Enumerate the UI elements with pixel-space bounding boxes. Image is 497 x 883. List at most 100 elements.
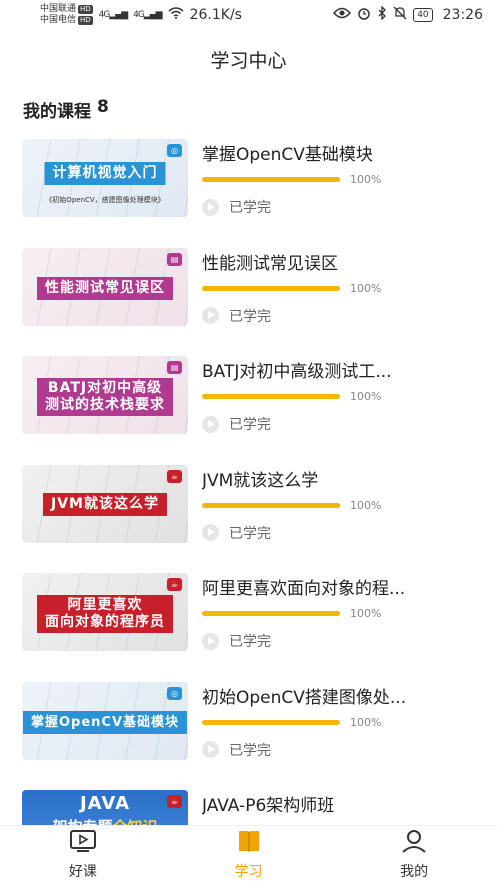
carrier-info: 中国联通 HD 中国电信 HD bbox=[40, 4, 93, 26]
logo-badge-icon: ▤ bbox=[167, 252, 182, 266]
course-title[interactable]: 初始OpenCV搭建图像处... bbox=[202, 683, 466, 708]
network-type: 4G bbox=[98, 10, 111, 20]
page-title: 学习中心 bbox=[210, 50, 287, 72]
progress-bar bbox=[202, 611, 340, 616]
thumbnail-title: JVM就该这么学 bbox=[43, 492, 167, 516]
signal-icon: 4G▂▄▆ bbox=[133, 10, 162, 20]
course-title[interactable]: BATJ对初中高级测试工... bbox=[202, 357, 466, 382]
course-thumbnail: ☕ JVM就该这么学 bbox=[22, 464, 188, 543]
play-icon bbox=[202, 198, 219, 216]
progress-bar bbox=[202, 502, 340, 508]
course-thumbnail: ▤ 性能测试常见误区 bbox=[22, 247, 188, 326]
thumbnail-title: 掌握OpenCV基础模块 bbox=[22, 710, 188, 734]
thumbnail-title: JAVA bbox=[79, 793, 131, 814]
course-title[interactable]: 阿里更喜欢面向对象的程... bbox=[202, 574, 466, 599]
play-icon bbox=[202, 741, 219, 758]
section-label: 我的课程 bbox=[23, 102, 91, 122]
course-status: 已学完 bbox=[202, 523, 271, 543]
carrier-name-1: 中国联通 bbox=[40, 4, 77, 14]
thumbnail-title-line-1: 阿里更喜欢 bbox=[67, 597, 143, 613]
thumbnail-title: BATJ对初中高级 测试的技术栈要求 bbox=[37, 378, 173, 416]
thumbnail-title-line-2: 面向对象的程序员 bbox=[45, 614, 165, 630]
eye-icon bbox=[333, 7, 352, 23]
book-icon bbox=[236, 829, 262, 857]
hd-badge: HD bbox=[78, 16, 93, 25]
status-label: 已学完 bbox=[229, 308, 271, 325]
tab-label: 我的 bbox=[400, 863, 429, 880]
network-speed: 26.1K/s bbox=[189, 7, 242, 23]
status-label: 已学完 bbox=[229, 742, 271, 759]
course-item[interactable]: ◎ 计算机视觉入门 《初始OpenCV，搭建图像处理模块》 掌握OpenCV基础… bbox=[0, 139, 497, 248]
progress-percent: 100% bbox=[350, 607, 382, 620]
my-courses-heading: 我的课程 8 bbox=[23, 97, 109, 122]
play-screen-icon bbox=[69, 829, 97, 857]
java-logo-icon: ☕ bbox=[167, 469, 182, 483]
status-bar: 中国联通 HD 中国电信 HD 4G▂▄▆ 4G▂▄▆ 26.1K/s 40 23:… bbox=[0, 0, 497, 30]
logo-badge-icon: ▤ bbox=[167, 361, 182, 374]
clock: 23:26 bbox=[442, 7, 483, 23]
logo-badge-icon: ◎ bbox=[167, 686, 182, 700]
course-status: 已学完 bbox=[202, 740, 271, 760]
course-status: 已学完 bbox=[202, 414, 271, 434]
thumbnail-title: 性能测试常见误区 bbox=[37, 276, 173, 300]
course-item[interactable]: ☕ 阿里更喜欢 面向对象的程序员 阿里更喜欢面向对象的程... 100% 已学完 bbox=[0, 573, 497, 682]
course-status: 已学完 bbox=[202, 631, 271, 651]
tab-good-courses[interactable]: 好课 bbox=[0, 826, 166, 883]
course-item[interactable]: ☕ JVM就该这么学 JVM就该这么学 100% 已学完 bbox=[0, 464, 497, 574]
tab-label: 好课 bbox=[68, 863, 97, 880]
signal-icon: 4G▂▄▆ bbox=[98, 10, 128, 20]
course-title[interactable]: JVM就该这么学 bbox=[202, 466, 466, 491]
status-label: 已学完 bbox=[229, 634, 271, 650]
progress-bar bbox=[202, 394, 340, 399]
progress-bar bbox=[202, 177, 340, 182]
hd-badge: HD bbox=[78, 5, 93, 14]
tab-study[interactable]: 学习 bbox=[166, 826, 332, 883]
tab-mine[interactable]: 我的 bbox=[331, 826, 497, 883]
status-label: 已学完 bbox=[229, 417, 271, 433]
progress-bar bbox=[202, 285, 340, 291]
course-item[interactable]: ▤ BATJ对初中高级 测试的技术栈要求 BATJ对初中高级测试工... 100… bbox=[0, 356, 497, 465]
course-item[interactable]: ◎ 掌握OpenCV基础模块 初始OpenCV搭建图像处... 100% 已学完 bbox=[0, 681, 497, 791]
course-thumbnail: ☕ 阿里更喜欢 面向对象的程序员 bbox=[22, 573, 188, 651]
bottom-tab-bar: 好课 学习 我的 bbox=[0, 825, 497, 883]
thumbnail-title-line-1: BATJ对初中高级 bbox=[47, 380, 163, 396]
logo-badge-icon: ◎ bbox=[167, 144, 182, 157]
course-thumbnail: ◎ 计算机视觉入门 《初始OpenCV，搭建图像处理模块》 bbox=[22, 139, 188, 217]
progress-percent: 100% bbox=[350, 498, 382, 512]
progress-percent: 100% bbox=[350, 715, 382, 729]
thumbnail-subtitle: 《初始OpenCV，搭建图像处理模块》 bbox=[45, 196, 165, 204]
bluetooth-icon bbox=[377, 5, 387, 24]
battery-icon: 40 bbox=[413, 8, 433, 22]
carrier-name-2: 中国电信 bbox=[40, 15, 77, 25]
course-count: 8 bbox=[97, 97, 109, 117]
course-title[interactable]: JAVA-P6架构师班 bbox=[202, 791, 466, 816]
course-thumbnail: ◎ 掌握OpenCV基础模块 bbox=[22, 681, 188, 760]
wifi-icon bbox=[168, 7, 184, 23]
play-icon bbox=[202, 524, 219, 541]
course-item[interactable]: ▤ 性能测试常见误区 性能测试常见误区 100% 已学完 bbox=[0, 247, 497, 357]
course-list: ◎ 计算机视觉入门 《初始OpenCV，搭建图像处理模块》 掌握OpenCV基础… bbox=[0, 139, 497, 883]
play-icon bbox=[202, 415, 219, 433]
course-thumbnail: ▤ BATJ对初中高级 测试的技术栈要求 bbox=[22, 356, 188, 434]
progress-bar bbox=[202, 719, 340, 725]
thumbnail-title: 计算机视觉入门 bbox=[44, 162, 166, 185]
mute-icon bbox=[393, 6, 407, 24]
status-label: 已学完 bbox=[229, 525, 271, 542]
network-type: 4G bbox=[133, 10, 145, 20]
play-icon bbox=[202, 632, 219, 650]
progress-percent: 100% bbox=[350, 281, 382, 295]
play-icon bbox=[202, 307, 219, 324]
thumbnail-title-line-2: 测试的技术栈要求 bbox=[45, 397, 165, 413]
thumbnail-title: 阿里更喜欢 面向对象的程序员 bbox=[37, 595, 173, 633]
person-icon bbox=[401, 829, 427, 857]
course-title[interactable]: 性能测试常见误区 bbox=[202, 249, 466, 274]
progress-percent: 100% bbox=[350, 390, 382, 403]
alarm-icon bbox=[357, 6, 371, 24]
java-logo-icon: ☕ bbox=[167, 578, 182, 591]
course-title[interactable]: 掌握OpenCV基础模块 bbox=[202, 140, 466, 165]
status-label: 已学完 bbox=[229, 200, 271, 216]
progress-percent: 100% bbox=[350, 173, 382, 186]
course-status: 已学完 bbox=[202, 197, 271, 217]
course-status: 已学完 bbox=[202, 306, 271, 326]
tab-label: 学习 bbox=[234, 863, 263, 880]
